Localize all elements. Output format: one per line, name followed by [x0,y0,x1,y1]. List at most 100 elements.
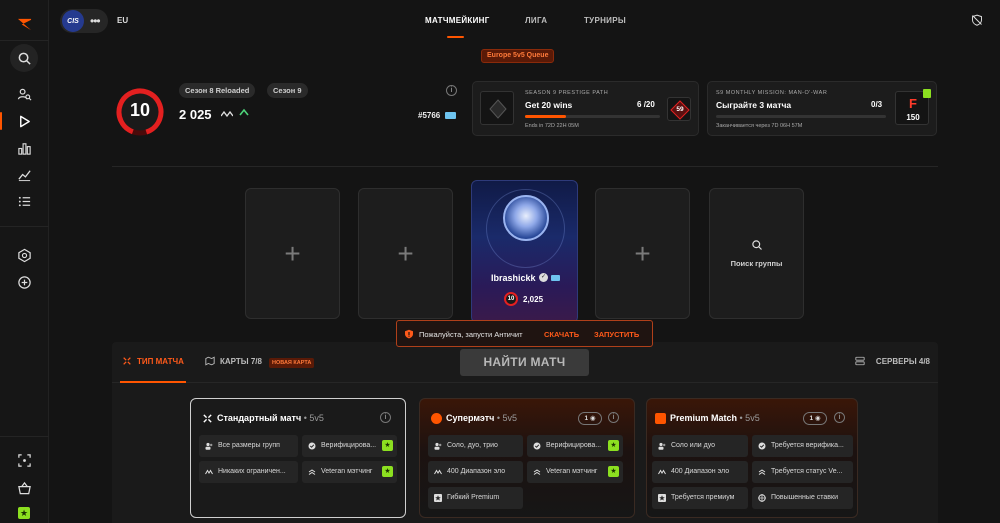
feature-item: Требуется премиум [652,487,748,509]
prestige-progress-fill [525,115,566,118]
mission-progress-bar [716,115,886,118]
scan-icon[interactable] [12,448,36,472]
skill-level-value: 10 [129,100,151,120]
prestige-badge [480,91,514,125]
more-dots-icon[interactable]: ••• [90,14,101,28]
tab-tournaments[interactable]: ТУРНИРЫ [584,16,626,25]
party-slot-empty[interactable]: + [358,188,453,319]
player-elo: 2,025 [523,295,544,304]
new-map-badge: НОВАЯ КАРТА [269,358,315,368]
panel-tabs: ТИП МАТЧА КАРТЫ 7/8 НОВАЯ КАРТА НАЙТИ МА… [112,342,938,383]
prestige-subtitle: SEASON 9 PRESTIGE PATH [525,90,609,96]
premium-star-icon[interactable]: ★ [18,507,30,519]
party-slot-empty[interactable]: + [595,188,690,319]
supermatch-icon [431,413,442,424]
play-icon[interactable] [12,109,36,133]
lock-icon [923,89,931,98]
feature-item: 400 Диапазон эло [652,461,748,483]
verified-icon: ✓ [539,273,548,282]
leaderboard-icon[interactable] [12,136,36,160]
anticheat-warning: Пожалуйста, запусти Античит СКАЧАТЬ ЗАПУ… [396,320,653,347]
add-icon[interactable] [12,270,36,294]
feature-item: 400 Диапазон эло [428,461,523,483]
anticheat-message: Пожалуйста, запусти Античит [419,330,523,339]
feature-item: Требуется статус Ve... [752,461,853,483]
season-8-chip[interactable]: Сезон 8 Reloaded [179,83,256,98]
ticket-counter: 1 ◉ [803,412,827,425]
plus-icon: + [634,237,651,269]
info-icon[interactable]: i [834,412,845,423]
standard-match-card[interactable]: Стандартный матч • 5v5 i Все размеры гру… [190,398,406,518]
elo-range-icon [658,469,666,475]
anticheat-shield-icon[interactable] [971,14,983,26]
feature-item: Повышенные ставки [752,487,853,509]
section-divider [112,166,938,167]
hub-logo: CIS [62,10,84,32]
stats-icon[interactable] [12,162,36,186]
feature-item: Требуется верифика... [752,435,853,457]
tab-matchmaking[interactable]: МАТЧМЕЙКИНГ [425,16,490,25]
feature-item: Верифицирова... ★ [302,435,397,457]
verified-icon [758,442,766,450]
tab-active-underline [120,381,186,383]
servers-tab[interactable]: СЕРВЕРЫ 4/8 [876,357,930,366]
hub-switcher[interactable]: CIS ••• [60,9,108,33]
plus-icon: + [284,237,301,269]
missions-list-icon[interactable] [12,189,36,213]
tab-active-underline [447,36,464,38]
anticheat-warning-icon [405,329,413,339]
search-icon[interactable] [10,44,38,72]
region-rank: #5766 [418,111,441,120]
queue-badge[interactable]: Europe 5v5 Queue [481,49,555,63]
veteran-icon [308,469,316,475]
mission-ends: Заканчивается через 7D 06H 57M [716,123,803,129]
elo-value: 2 025 [179,107,212,122]
info-icon[interactable]: i [380,412,391,423]
servers-icon [855,356,865,366]
tab-maps[interactable]: КАРТЫ 7/8 [220,357,262,366]
feature-item: Верифицирова... ★ [527,435,623,457]
group-icon [658,442,666,450]
match-type-title: Premium Match • 5v5 [670,413,760,423]
anticheat-launch-link[interactable]: ЗАПУСТИТЬ [594,330,639,339]
search-party-slot[interactable]: Поиск группы [709,188,804,319]
anticheat-download-link[interactable]: СКАЧАТЬ [544,330,579,339]
veteran-icon [533,469,541,475]
search-icon [751,240,762,250]
elo-range-icon [434,469,442,475]
top-bar: CIS ••• EU МАТЧМЕЙКИНГ ЛИГА ТУРНИРЫ [49,0,1000,41]
player-flag-icon [551,275,560,281]
premium-check-icon: ★ [608,466,619,477]
premium-check-icon: ★ [608,440,619,451]
season-59-badge: 59 [667,97,691,121]
find-match-button[interactable]: НАЙТИ МАТЧ [460,349,589,376]
sidebar-divider [0,40,49,41]
region-label[interactable]: EU [117,16,128,25]
mission-title: Сыграйте 3 матча [716,100,792,110]
feature-item: Соло, дуо, трио [428,435,523,457]
supermatch-card[interactable]: Супермэтч • 5v5 1 ◉ i Соло, дуо, трио Ве… [419,398,635,518]
prestige-title: Get 20 wins [525,100,573,110]
feature-item: Гибкий Premium [428,487,523,509]
party-slot-empty[interactable]: + [245,188,340,319]
clubs-icon[interactable] [12,243,36,267]
feature-item: Все размеры групп [199,435,298,457]
premium-match-card[interactable]: Premium Match • 5v5 1 ◉ i Соло или дуо Т… [646,398,858,518]
feature-item: Соло или дуо [652,435,748,457]
elo-up-arrow-icon [239,108,249,116]
feature-item: Veteran мэтчинг ★ [527,461,623,483]
season-9-chip[interactable]: Сезон 9 [267,83,308,98]
shop-basket-icon[interactable] [12,476,36,500]
group-icon [205,442,213,450]
sidebar-divider [0,226,49,227]
info-icon[interactable]: i [446,85,457,96]
tab-match-type[interactable]: ТИП МАТЧА [137,357,184,366]
avatar [503,195,549,241]
faceit-logo-icon[interactable] [12,12,36,36]
target-icon [758,494,766,502]
info-icon[interactable]: i [608,412,619,423]
tab-league[interactable]: ЛИГА [525,16,547,25]
find-players-icon[interactable] [12,82,36,106]
player-card[interactable]: Ibrashickk ✓ 10 2,025 [471,180,578,323]
veteran-icon [758,469,766,475]
